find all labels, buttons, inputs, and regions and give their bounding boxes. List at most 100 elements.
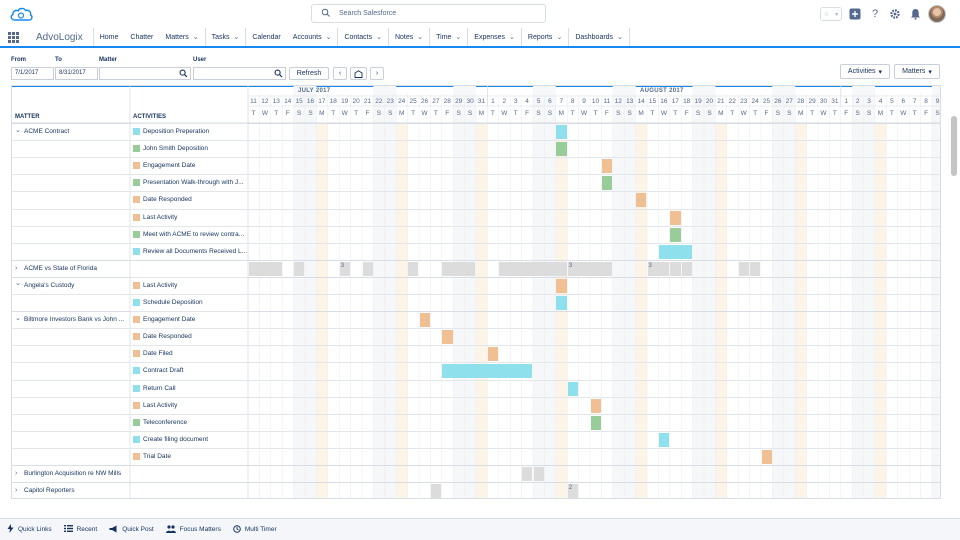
activity-cell[interactable]: Trial Date bbox=[133, 452, 171, 460]
activity-cell[interactable]: Review all Documents Received L... bbox=[133, 247, 247, 255]
summary-bar[interactable] bbox=[533, 467, 544, 482]
scrollbar-thumb[interactable] bbox=[951, 116, 957, 176]
matter-lookup-input[interactable] bbox=[99, 67, 191, 80]
activity-bar[interactable] bbox=[556, 296, 567, 311]
expand-chevron-icon[interactable]: › bbox=[15, 265, 21, 272]
activity-cell[interactable]: John Smith Deposition bbox=[133, 145, 208, 153]
activity-cell[interactable]: Date Filed bbox=[133, 350, 173, 358]
activity-cell[interactable]: Last Activity bbox=[133, 401, 177, 409]
activity-cell[interactable]: Engagement Date bbox=[133, 316, 195, 324]
previous-period-button[interactable]: ‹ bbox=[333, 67, 347, 80]
nav-item-matters[interactable]: Matters ⌄ bbox=[159, 28, 206, 46]
chevron-down-icon[interactable]: ⌄ bbox=[233, 33, 239, 41]
to-date-input[interactable]: 8/31/2017 bbox=[55, 67, 98, 80]
activity-bar[interactable] bbox=[761, 449, 772, 464]
chevron-down-icon[interactable]: ⌄ bbox=[193, 33, 199, 41]
summary-bar[interactable]: 3 bbox=[647, 261, 670, 276]
activity-bar[interactable] bbox=[419, 313, 430, 328]
user-lookup-input[interactable] bbox=[193, 67, 286, 80]
activity-cell[interactable]: Date Responded bbox=[133, 196, 192, 204]
chevron-down-icon[interactable]: ⌄ bbox=[509, 33, 515, 41]
summary-bar[interactable] bbox=[681, 261, 693, 276]
advologix-logo-icon[interactable] bbox=[9, 5, 33, 23]
matter-cell[interactable]: › ACME vs State of Florida bbox=[15, 265, 97, 272]
nav-item-time[interactable]: Time ⌄ bbox=[430, 28, 469, 46]
activity-bar[interactable] bbox=[590, 415, 601, 430]
activity-bar[interactable] bbox=[487, 347, 499, 362]
help-icon[interactable]: ? bbox=[868, 7, 882, 21]
global-search[interactable]: Search Salesforce bbox=[311, 4, 546, 23]
collapse-chevron-icon[interactable]: ⌄ bbox=[15, 314, 21, 322]
chevron-down-icon[interactable]: ⌄ bbox=[617, 33, 623, 41]
expand-chevron-icon[interactable]: › bbox=[15, 487, 21, 494]
activity-cell[interactable]: Create filing document bbox=[133, 435, 208, 443]
summary-bar[interactable] bbox=[248, 261, 282, 276]
activity-bar[interactable] bbox=[442, 330, 453, 345]
summary-bar[interactable] bbox=[294, 261, 305, 276]
activity-bar[interactable] bbox=[442, 364, 533, 379]
activity-cell[interactable]: Presentation Walk-through with J... bbox=[133, 179, 244, 187]
activity-cell[interactable]: Teleconference bbox=[133, 418, 187, 426]
utility-focus-matters[interactable]: Focus Matters bbox=[165, 524, 221, 535]
activity-cell[interactable]: Deposition Preperation bbox=[133, 128, 209, 135]
summary-bar[interactable] bbox=[362, 261, 373, 276]
nav-item-chatter[interactable]: Chatter bbox=[124, 28, 159, 46]
setup-gear-icon[interactable] bbox=[888, 7, 902, 21]
nav-item-accounts[interactable]: Accounts ⌄ bbox=[287, 28, 339, 46]
activity-cell[interactable]: Return Call bbox=[133, 384, 176, 392]
summary-bar[interactable] bbox=[430, 484, 442, 498]
matter-cell[interactable]: ⌄ ACME Contract bbox=[15, 127, 69, 136]
nav-item-tasks[interactable]: Tasks ⌄ bbox=[206, 28, 247, 46]
matter-cell[interactable]: ⌄ Biltmore Investors Bank vs John ... bbox=[15, 314, 124, 324]
nav-item-calendar[interactable]: Calendar bbox=[246, 28, 286, 46]
nav-item-expenses[interactable]: Expenses ⌄ bbox=[468, 28, 522, 46]
summary-bar[interactable] bbox=[750, 261, 761, 276]
chevron-down-icon[interactable]: ⌄ bbox=[326, 33, 332, 41]
activity-cell[interactable]: Last Activity bbox=[133, 281, 177, 289]
activity-cell[interactable]: Engagement Date bbox=[133, 162, 195, 170]
activity-bar[interactable] bbox=[670, 227, 681, 242]
collapse-chevron-icon[interactable]: ⌄ bbox=[15, 279, 21, 287]
activity-bar[interactable] bbox=[658, 244, 693, 259]
matter-cell[interactable]: ⌄ Angela's Custody bbox=[15, 279, 74, 289]
summary-bar[interactable] bbox=[522, 467, 533, 482]
refresh-button[interactable]: Refresh bbox=[289, 67, 329, 80]
activity-bar[interactable] bbox=[658, 432, 670, 447]
nav-item-home[interactable]: Home bbox=[94, 28, 125, 46]
user-avatar[interactable] bbox=[928, 5, 946, 23]
nav-item-dashboards[interactable]: Dashboards ⌄ bbox=[569, 28, 630, 46]
activity-bar[interactable] bbox=[556, 278, 567, 293]
nav-item-notes[interactable]: Notes ⌄ bbox=[389, 28, 431, 46]
summary-bar[interactable]: 3 bbox=[339, 261, 351, 276]
nav-item-contacts[interactable]: Contacts ⌄ bbox=[338, 28, 389, 46]
chevron-down-icon[interactable]: ⌄ bbox=[376, 33, 382, 41]
utility-quick-links[interactable]: Quick Links bbox=[7, 524, 52, 535]
add-icon[interactable] bbox=[848, 7, 862, 21]
utility-multi-timer[interactable]: Multi Timer bbox=[233, 524, 277, 535]
activity-bar[interactable] bbox=[601, 176, 613, 191]
activity-cell[interactable]: Schedule Deposition bbox=[133, 299, 203, 306]
activity-bar[interactable] bbox=[556, 142, 567, 157]
favorites-button[interactable]: ☆ ▾ bbox=[820, 7, 842, 21]
summary-bar[interactable] bbox=[442, 261, 476, 276]
from-date-input[interactable]: 7/1/2017 bbox=[11, 67, 54, 80]
notifications-bell-icon[interactable] bbox=[908, 7, 922, 21]
utility-recent[interactable]: Recent bbox=[63, 525, 97, 534]
summary-bar[interactable]: 2 bbox=[567, 484, 579, 498]
activity-bar[interactable] bbox=[636, 193, 647, 208]
matter-cell[interactable]: › Burlington Acquisition re NW Mills bbox=[15, 470, 121, 477]
summary-bar[interactable] bbox=[670, 261, 681, 276]
activity-bar[interactable] bbox=[567, 381, 579, 396]
next-period-button[interactable]: › bbox=[370, 67, 384, 80]
activity-bar[interactable] bbox=[601, 159, 613, 174]
matter-cell[interactable]: › Capitol Reporters bbox=[15, 487, 75, 494]
chevron-down-icon[interactable]: ⌄ bbox=[455, 33, 461, 41]
summary-bar[interactable]: 3 bbox=[567, 261, 613, 276]
matters-dropdown-button[interactable]: Matters ▾ bbox=[894, 64, 940, 79]
app-launcher-icon[interactable] bbox=[0, 28, 26, 46]
nav-item-reports[interactable]: Reports ⌄ bbox=[522, 28, 570, 46]
expand-chevron-icon[interactable]: › bbox=[15, 470, 21, 477]
user-search-icon[interactable] bbox=[274, 69, 283, 78]
activity-cell[interactable]: Contract Draft bbox=[133, 367, 183, 375]
summary-bar[interactable] bbox=[499, 261, 567, 276]
